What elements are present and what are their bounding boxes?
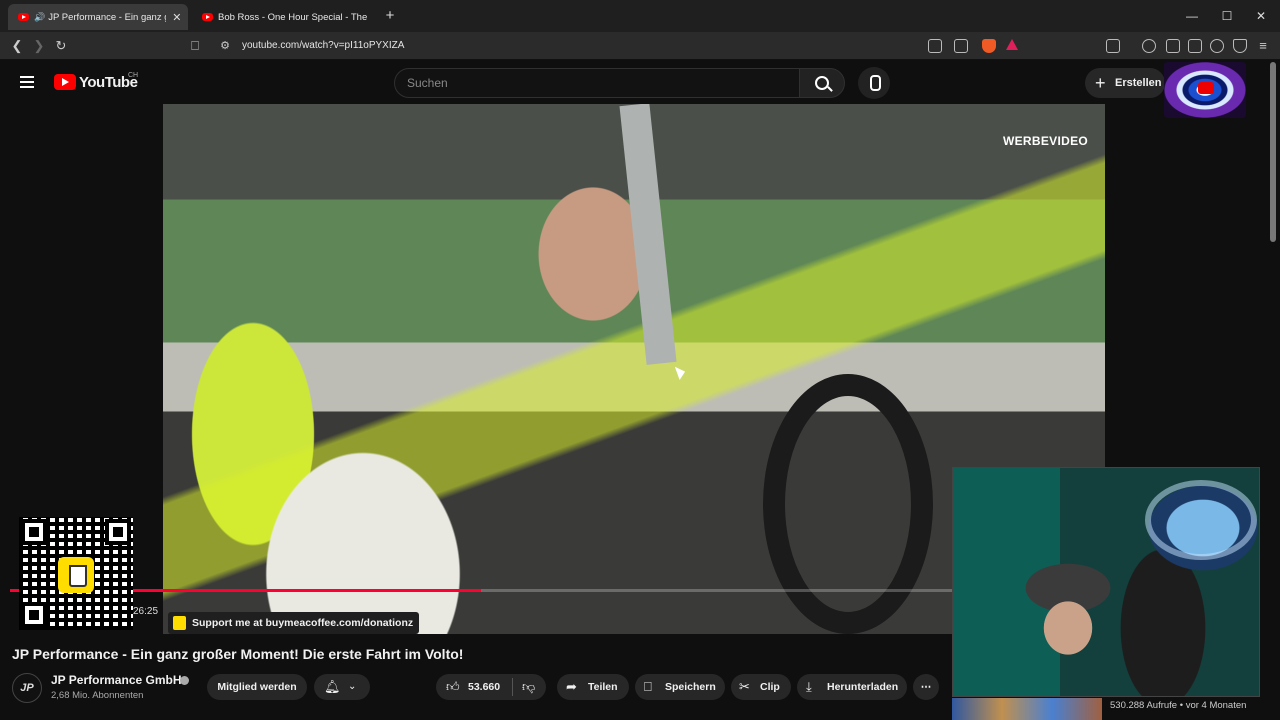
create-button[interactable]: + Erstellen — [1085, 68, 1165, 98]
brave-shield-icon[interactable] — [982, 39, 996, 53]
tab-title: Bob Ross - One Hour Special - The G — [218, 11, 368, 23]
join-button[interactable]: Mitglied werden — [207, 674, 307, 700]
play-icon — [1198, 82, 1214, 94]
plus-icon: + — [1095, 73, 1106, 93]
leo-icon[interactable] — [1210, 39, 1224, 53]
forward-icon[interactable]: ❯ — [30, 37, 48, 55]
view-count-info: 530.288 Aufrufe • vor 4 Monaten — [1110, 700, 1247, 711]
cast-icon[interactable] — [928, 39, 942, 53]
qr-finder — [21, 602, 47, 628]
qr-finder — [21, 519, 47, 545]
download-button[interactable]: ⤓ Herunterladen — [797, 674, 907, 700]
coffee-banner-text: Support me at buymeacoffee.com/donationz — [192, 617, 414, 629]
webcam-background-light — [1145, 480, 1257, 560]
vpn-icon[interactable] — [1233, 39, 1247, 53]
save-label: Speichern — [665, 681, 716, 693]
video-timecode: 26:25 — [133, 606, 159, 617]
youtube-logo-icon[interactable] — [54, 74, 76, 90]
overlay-eye-logo — [1164, 62, 1246, 118]
chevron-down-icon: ⌄ — [348, 681, 357, 692]
youtube-favicon-icon — [18, 13, 29, 21]
country-code: CH — [128, 72, 139, 79]
video-frame-detail — [619, 104, 677, 365]
minimize-button[interactable]: — — [1182, 6, 1202, 26]
close-tab-icon[interactable]: ✕ — [172, 11, 181, 24]
share-button[interactable]: ➦ Teilen — [557, 674, 629, 700]
share-page-icon[interactable] — [954, 39, 968, 53]
download-icon: ⤓ — [806, 679, 812, 694]
ad-label: WERBEVIDEO — [1003, 134, 1089, 148]
tab-title: JP Performance - Ein ganz gro — [48, 11, 167, 23]
extensions-icon[interactable] — [1106, 39, 1120, 53]
hamburger-menu-icon[interactable] — [20, 76, 34, 88]
clip-label: Clip — [760, 681, 780, 693]
maximize-button[interactable]: ☐ — [1217, 6, 1237, 26]
back-icon[interactable]: ❮ — [8, 37, 26, 55]
video-title: JP Performance - Ein ganz großer Moment!… — [12, 646, 464, 662]
reload-icon[interactable]: ↻ — [52, 37, 70, 55]
coffee-cup-icon — [173, 616, 186, 630]
more-actions-button[interactable]: ⋯ — [913, 674, 939, 700]
youtube-favicon-icon — [202, 13, 213, 21]
coffee-cup-icon — [58, 557, 94, 593]
page-scrollbar[interactable] — [1270, 62, 1276, 242]
address-bar-row: ❮ ❯ ↻ ⎕ ⚙ youtube.com/watch?v=pI11oPYXIZ… — [0, 32, 1280, 60]
bookmark-icon: ⎕ — [644, 679, 652, 694]
divider — [512, 678, 513, 696]
tab-jp-performance[interactable]: 🔊 JP Performance - Ein ganz gro ✕ — [8, 4, 188, 30]
like-count: 53.660 — [468, 681, 501, 693]
download-label: Herunterladen — [827, 681, 899, 693]
channel-avatar[interactable]: JP — [12, 673, 42, 703]
clip-button[interactable]: ✂ Clip — [731, 674, 791, 700]
voice-search-button[interactable] — [858, 67, 890, 99]
menu-icon[interactable]: ≡ — [1254, 37, 1272, 55]
verified-icon — [180, 676, 189, 685]
audio-icon: 🔊 — [34, 11, 46, 22]
coffee-banner: Support me at buymeacoffee.com/donationz — [168, 612, 420, 634]
youtube-header: YouTube CH Suchen + Erstellen — [0, 60, 1280, 104]
close-window-button[interactable]: ✕ — [1251, 6, 1271, 26]
video-progress-bar[interactable] — [10, 589, 952, 592]
media-icon[interactable] — [1142, 39, 1156, 53]
site-info-icon[interactable]: ⚙ — [216, 37, 234, 55]
scissors-icon: ✂ — [739, 679, 750, 694]
bell-icon: 🔔︎ — [324, 679, 341, 694]
tab-bob-ross[interactable]: Bob Ross - One Hour Special - The G — [192, 4, 372, 30]
search-input[interactable]: Suchen — [394, 68, 800, 98]
create-label: Erstellen — [1115, 77, 1162, 89]
share-arrow-icon: ➦ — [566, 679, 577, 694]
qr-finder — [105, 519, 131, 545]
thumbs-up-icon: 👍︎ — [446, 679, 460, 694]
new-tab-button[interactable]: + — [380, 6, 400, 26]
video-frame-detail — [763, 374, 933, 634]
share-label: Teilen — [588, 681, 618, 693]
brave-rewards-icon[interactable] — [1006, 39, 1018, 50]
thumbs-down-icon[interactable]: 👎︎ — [522, 674, 535, 700]
channel-name[interactable]: JP Performance GmbH — [51, 673, 182, 687]
notification-bell-button[interactable]: 🔔︎ ⌄ — [314, 674, 370, 700]
search-button[interactable] — [799, 68, 845, 98]
wallet-icon[interactable] — [1188, 39, 1202, 53]
like-button[interactable]: 👍︎ 53.660 👎︎ — [436, 674, 546, 700]
recommendation-thumbnail[interactable] — [952, 698, 1102, 720]
sidebar-icon[interactable] — [1166, 39, 1180, 53]
browser-tab-bar: 🔊 JP Performance - Ein ganz gro ✕ Bob Ro… — [0, 0, 1280, 32]
subscriber-count: 2,68 Mio. Abonnenten — [51, 690, 144, 701]
save-button[interactable]: ⎕ Speichern — [635, 674, 725, 700]
bookmark-icon[interactable]: ⎕ — [186, 37, 204, 55]
url-field[interactable]: youtube.com/watch?v=pI11oPYXIZA — [242, 40, 404, 51]
